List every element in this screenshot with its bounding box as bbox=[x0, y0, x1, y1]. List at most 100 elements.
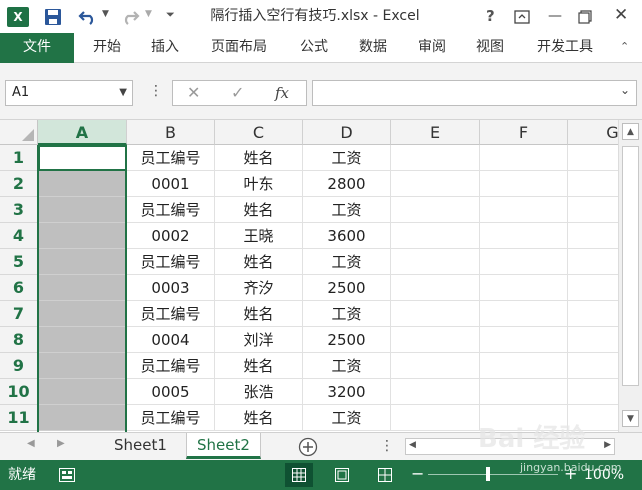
cell-a5[interactable] bbox=[38, 249, 127, 275]
cell-d10[interactable]: 3200 bbox=[303, 379, 391, 405]
restore-icon[interactable] bbox=[578, 10, 592, 24]
cell-d4[interactable]: 3600 bbox=[303, 223, 391, 249]
cell-b9[interactable]: 员工编号 bbox=[127, 353, 215, 379]
cell-f1[interactable] bbox=[480, 145, 568, 171]
cell-c2[interactable]: 叶东 bbox=[215, 171, 303, 197]
tab-data[interactable]: 数据 bbox=[350, 33, 396, 63]
cell-d6[interactable]: 2500 bbox=[303, 275, 391, 301]
cell-b10[interactable]: 0005 bbox=[127, 379, 215, 405]
cell-g4[interactable] bbox=[568, 223, 618, 249]
column-header-e[interactable]: E bbox=[391, 120, 480, 145]
cell-f9[interactable] bbox=[480, 353, 568, 379]
row-header[interactable]: 11 bbox=[0, 405, 38, 431]
page-break-view-icon[interactable] bbox=[378, 468, 392, 482]
cell-e5[interactable] bbox=[391, 249, 480, 275]
scroll-sheets-left-icon[interactable]: ◀ bbox=[27, 438, 35, 449]
cell-e10[interactable] bbox=[391, 379, 480, 405]
expand-formula-icon[interactable]: ⌄ bbox=[620, 83, 630, 97]
cell-e4[interactable] bbox=[391, 223, 480, 249]
close-icon[interactable]: ✕ bbox=[614, 5, 628, 25]
scroll-left-icon[interactable]: ◀ bbox=[409, 440, 416, 450]
cell-g3[interactable] bbox=[568, 197, 618, 223]
cell-a10[interactable] bbox=[38, 379, 127, 405]
row-header[interactable]: 2 bbox=[0, 171, 38, 197]
cell-b7[interactable]: 员工编号 bbox=[127, 301, 215, 327]
cell-g2[interactable] bbox=[568, 171, 618, 197]
sheet-tab-2[interactable]: Sheet2 bbox=[186, 433, 261, 459]
enter-icon[interactable]: ✓ bbox=[231, 81, 244, 105]
scroll-thumb[interactable] bbox=[622, 146, 639, 386]
cell-g7[interactable] bbox=[568, 301, 618, 327]
cell-e7[interactable] bbox=[391, 301, 480, 327]
cell-e6[interactable] bbox=[391, 275, 480, 301]
cell-d1[interactable]: 工资 bbox=[303, 145, 391, 171]
chevron-up-icon[interactable]: ⌃ bbox=[620, 40, 629, 53]
cell-e11[interactable] bbox=[391, 405, 480, 431]
cell-f8[interactable] bbox=[480, 327, 568, 353]
cell-f3[interactable] bbox=[480, 197, 568, 223]
redo-icon[interactable] bbox=[120, 8, 140, 26]
cell-a8[interactable] bbox=[38, 327, 127, 353]
worksheet-grid[interactable]: A B C D E F G 1 员工编号 姓名 工资 2 0001 叶东 2800 3 员工编号姓… bbox=[0, 120, 618, 432]
select-all-button[interactable] bbox=[0, 120, 38, 145]
row-header[interactable]: 8 bbox=[0, 327, 38, 353]
undo-dropdown-icon[interactable]: ▼ bbox=[102, 9, 109, 19]
minimize-icon[interactable]: — bbox=[548, 8, 562, 24]
cell-g8[interactable] bbox=[568, 327, 618, 353]
cell-d2[interactable]: 2800 bbox=[303, 171, 391, 197]
new-sheet-icon[interactable] bbox=[298, 437, 318, 457]
tab-home[interactable]: 开始 bbox=[82, 33, 132, 63]
undo-icon[interactable] bbox=[78, 8, 98, 26]
cell-g5[interactable] bbox=[568, 249, 618, 275]
cell-g9[interactable] bbox=[568, 353, 618, 379]
more-options-icon[interactable]: ⋮ bbox=[149, 83, 163, 99]
cell-f6[interactable] bbox=[480, 275, 568, 301]
cell-c11[interactable]: 姓名 bbox=[215, 405, 303, 431]
scroll-right-icon[interactable]: ▶ bbox=[604, 440, 611, 450]
cell-f2[interactable] bbox=[480, 171, 568, 197]
sheet-tab-1[interactable]: Sheet1 bbox=[104, 433, 177, 459]
cell-e8[interactable] bbox=[391, 327, 480, 353]
name-box[interactable]: A1 ▼ bbox=[5, 80, 133, 106]
column-header-a[interactable]: A bbox=[38, 120, 127, 145]
column-header-c[interactable]: C bbox=[215, 120, 303, 145]
cell-e1[interactable] bbox=[391, 145, 480, 171]
row-header[interactable]: 6 bbox=[0, 275, 38, 301]
cell-a7[interactable] bbox=[38, 301, 127, 327]
tab-developer[interactable]: 开发工具 bbox=[527, 33, 603, 63]
tab-insert[interactable]: 插入 bbox=[142, 33, 188, 63]
formula-input[interactable]: ⌄ bbox=[312, 80, 637, 106]
cell-c1[interactable]: 姓名 bbox=[215, 145, 303, 171]
cell-c5[interactable]: 姓名 bbox=[215, 249, 303, 275]
help-button[interactable]: ? bbox=[486, 0, 495, 33]
scroll-down-icon[interactable]: ▼ bbox=[622, 410, 639, 427]
row-header[interactable]: 4 bbox=[0, 223, 38, 249]
column-header-d[interactable]: D bbox=[303, 120, 391, 145]
row-header[interactable]: 3 bbox=[0, 197, 38, 223]
cell-b4[interactable]: 0002 bbox=[127, 223, 215, 249]
macro-record-icon[interactable] bbox=[59, 468, 75, 482]
insert-function-icon[interactable]: fx bbox=[275, 81, 289, 105]
cell-a1[interactable] bbox=[38, 145, 127, 171]
cell-a11[interactable] bbox=[38, 405, 127, 431]
cell-c8[interactable]: 刘洋 bbox=[215, 327, 303, 353]
cell-g10[interactable] bbox=[568, 379, 618, 405]
cell-d11[interactable]: 工资 bbox=[303, 405, 391, 431]
cell-a3[interactable] bbox=[38, 197, 127, 223]
cell-b8[interactable]: 0004 bbox=[127, 327, 215, 353]
tab-view[interactable]: 视图 bbox=[466, 33, 514, 63]
cell-f5[interactable] bbox=[480, 249, 568, 275]
ribbon-display-icon[interactable] bbox=[514, 10, 530, 24]
cell-e2[interactable] bbox=[391, 171, 480, 197]
name-box-dropdown-icon[interactable]: ▼ bbox=[119, 81, 127, 105]
cell-d3[interactable]: 工资 bbox=[303, 197, 391, 223]
save-icon[interactable] bbox=[44, 8, 62, 26]
cell-a4[interactable] bbox=[38, 223, 127, 249]
cell-c10[interactable]: 张浩 bbox=[215, 379, 303, 405]
scroll-up-icon[interactable]: ▲ bbox=[622, 123, 639, 140]
cell-b11[interactable]: 员工编号 bbox=[127, 405, 215, 431]
cell-c4[interactable]: 王晓 bbox=[215, 223, 303, 249]
cell-a9[interactable] bbox=[38, 353, 127, 379]
cell-e9[interactable] bbox=[391, 353, 480, 379]
sheet-options-icon[interactable]: ⋮ bbox=[380, 438, 394, 454]
